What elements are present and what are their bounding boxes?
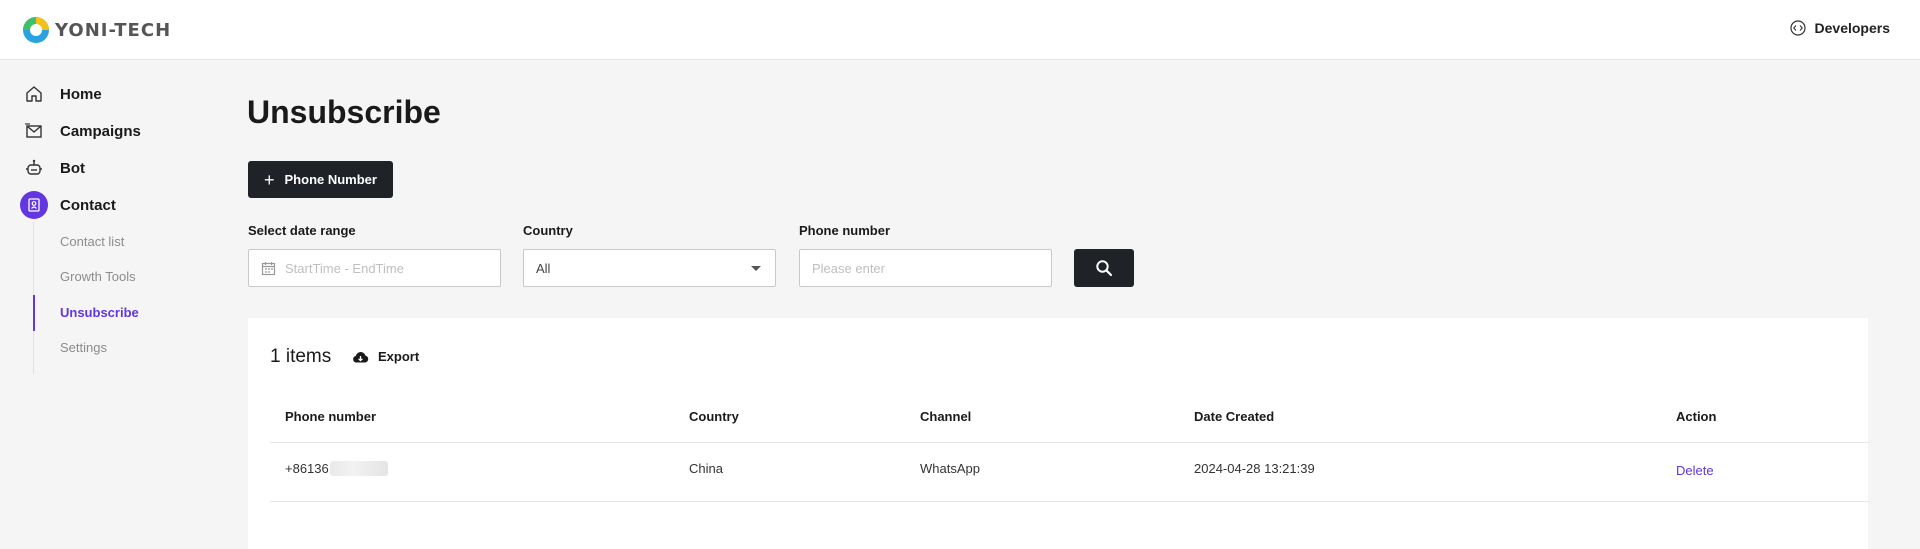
cloud-download-icon xyxy=(353,351,369,362)
logo-text: YONI-TECH xyxy=(55,19,172,41)
sidebar-item-label: Home xyxy=(60,85,102,103)
table-header-divider xyxy=(270,442,1870,443)
sidebar-subitem-unsubscribe[interactable]: Unsubscribe xyxy=(60,305,139,320)
column-header-phone-number: Phone number xyxy=(285,409,377,424)
sidebar-item-label: Campaigns xyxy=(60,122,141,140)
search-button[interactable] xyxy=(1074,249,1134,287)
column-header-channel: Channel xyxy=(920,409,972,424)
cell-country: China xyxy=(689,461,723,476)
developers-label: Developers xyxy=(1814,20,1890,36)
plus-icon: + xyxy=(264,169,275,190)
country-select-value: All xyxy=(536,260,551,276)
robot-icon xyxy=(20,154,48,182)
export-label: Export xyxy=(378,349,420,364)
page-title: Unsubscribe xyxy=(247,94,441,130)
calendar-icon xyxy=(261,261,276,275)
delete-link[interactable]: Delete xyxy=(1676,463,1714,478)
sidebar-subitem-growth-tools[interactable]: Growth Tools xyxy=(60,269,136,284)
logo[interactable]: YONI-TECH xyxy=(22,16,171,44)
column-header-country: Country xyxy=(689,409,739,424)
add-button-label: Phone Number xyxy=(284,172,377,187)
sidebar-subitem-settings[interactable]: Settings xyxy=(60,340,107,355)
home-icon xyxy=(20,80,48,108)
cell-channel: WhatsApp xyxy=(920,461,980,476)
column-header-date-created: Date Created xyxy=(1194,409,1275,424)
submenu-active-indicator xyxy=(33,295,35,331)
sidebar: Home Campaigns Bot Contact Contact list … xyxy=(0,60,200,549)
search-icon xyxy=(1096,260,1113,277)
phone-number-placeholder: Please enter xyxy=(812,260,885,276)
sidebar-item-campaigns[interactable]: Campaigns xyxy=(20,116,141,146)
export-button[interactable]: Export xyxy=(352,349,419,364)
country-label: Country xyxy=(523,223,573,238)
cell-phone-number: +86136 xyxy=(285,461,388,476)
sidebar-item-bot[interactable]: Bot xyxy=(20,153,85,183)
sidebar-item-label: Contact xyxy=(60,196,116,214)
date-range-picker[interactable]: StartTime - EndTime xyxy=(248,249,501,287)
code-icon xyxy=(1789,20,1806,36)
mail-icon xyxy=(20,117,48,145)
redacted-digits xyxy=(329,461,388,476)
add-phone-number-button[interactable]: + Phone Number xyxy=(248,161,393,198)
results-card: 1 items Export Phone number Country Chan… xyxy=(248,318,1870,549)
cell-date-created: 2024-04-28 13:21:39 xyxy=(1194,461,1315,476)
phone-number-value: +86136 xyxy=(285,461,329,476)
sidebar-subitem-contact-list[interactable]: Contact list xyxy=(60,234,124,249)
top-header: YONI-TECH Developers xyxy=(0,0,1920,60)
items-count: 1 items xyxy=(270,346,332,367)
logo-mark-icon xyxy=(23,17,49,43)
developers-link[interactable]: Developers xyxy=(1789,20,1890,36)
sidebar-item-label: Bot xyxy=(60,159,85,177)
caret-down-icon xyxy=(751,265,761,271)
sidebar-item-contact[interactable]: Contact xyxy=(20,190,116,220)
column-header-action: Action xyxy=(1676,409,1717,424)
phone-number-label: Phone number xyxy=(799,223,891,238)
table-row-divider xyxy=(270,501,1870,502)
date-range-placeholder: StartTime - EndTime xyxy=(285,260,404,276)
phone-number-input[interactable]: Please enter xyxy=(799,249,1052,287)
contact-card-icon xyxy=(20,191,48,219)
country-select[interactable]: All xyxy=(523,249,776,287)
sidebar-item-home[interactable]: Home xyxy=(20,79,102,109)
date-range-label: Select date range xyxy=(248,223,356,238)
